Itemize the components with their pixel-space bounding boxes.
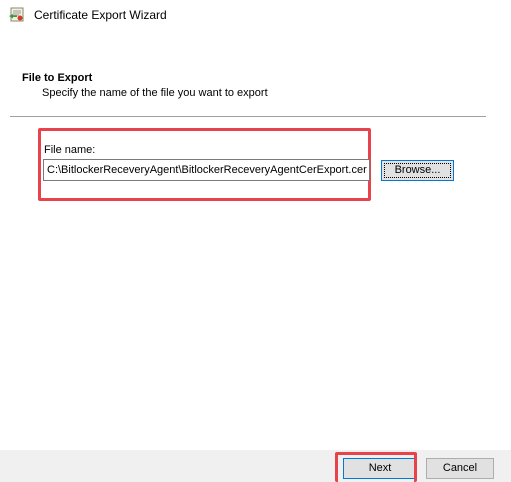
browse-focus-rect: [384, 163, 451, 178]
certificate-export-wizard-window: Certificate Export Wizard File to Export…: [0, 0, 511, 482]
file-name-input[interactable]: C:\BitlockerReceveryAgent\BitlockerRecev…: [43, 159, 370, 181]
header-divider: [10, 116, 486, 117]
page-subtitle: Specify the name of the file you want to…: [42, 87, 268, 99]
file-name-label: File name:: [44, 144, 96, 156]
title-bar: Certificate Export Wizard: [0, 0, 511, 30]
next-button-highlight: [335, 452, 417, 482]
browse-button[interactable]: Browse...: [381, 160, 454, 181]
window-title: Certificate Export Wizard: [34, 8, 167, 22]
certificate-wizard-icon: [7, 5, 27, 25]
page-title: File to Export: [22, 72, 93, 84]
cancel-button[interactable]: Cancel: [426, 458, 494, 479]
